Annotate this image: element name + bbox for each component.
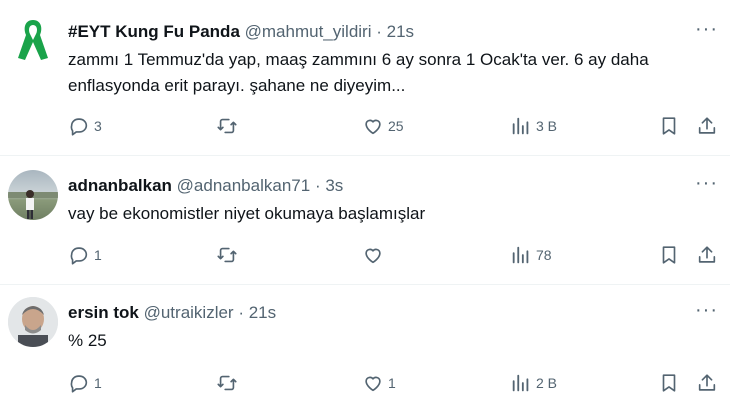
display-name[interactable]: ersin tok (68, 303, 139, 322)
handle[interactable]: @mahmut_yildiri (245, 22, 372, 41)
timestamp[interactable]: · 21s (376, 22, 414, 41)
retweet-icon (217, 247, 237, 263)
tweet-header: #EYT Kung Fu Panda @mahmut_yildiri · 21s (68, 22, 414, 42)
views-icon (512, 374, 529, 392)
share-icon (698, 374, 716, 391)
views-button[interactable]: 78 (510, 244, 552, 266)
more-icon[interactable]: ··· (695, 299, 718, 322)
views-icon (512, 117, 529, 135)
display-name[interactable]: adnanbalkan (68, 176, 172, 195)
bookmark-button[interactable] (658, 244, 680, 266)
share-button[interactable] (696, 372, 718, 394)
display-name[interactable]: #EYT Kung Fu Panda (68, 22, 240, 41)
tweet-1[interactable]: #EYT Kung Fu Panda @mahmut_yildiri · 21s… (0, 0, 730, 155)
tweet-text: zammı 1 Temmuz'da yap, maaş zammını 6 ay… (68, 50, 649, 95)
tweet-text: vay be ekonomistler niyet okumaya başlam… (68, 204, 426, 223)
tweet-2[interactable]: adnanbalkan @adnanbalkan71 · 3s ··· vay … (0, 156, 730, 284)
retweet-icon (217, 118, 237, 134)
reply-icon (70, 247, 88, 265)
person-photo-icon (8, 297, 58, 347)
person-photo-icon (8, 190, 58, 219)
like-count: 25 (388, 118, 404, 134)
bookmark-button[interactable] (658, 115, 680, 137)
bookmark-icon (662, 374, 676, 392)
share-icon (698, 246, 716, 263)
handle[interactable]: @utraikizler (144, 303, 234, 322)
avatar[interactable] (8, 170, 58, 220)
like-icon (365, 248, 381, 264)
retweet-icon (217, 375, 237, 391)
retweet-button[interactable] (216, 372, 242, 394)
reply-button[interactable]: 3 (68, 115, 102, 137)
reply-count: 1 (94, 247, 102, 263)
bookmark-icon (662, 246, 676, 264)
timestamp[interactable]: · 3s (315, 176, 343, 195)
like-icon (365, 119, 381, 135)
retweet-button[interactable] (216, 115, 242, 137)
like-count: 1 (388, 375, 396, 391)
tweet-text: % 25 (68, 331, 107, 350)
like-button[interactable] (362, 244, 388, 266)
views-count: 2 B (536, 375, 558, 391)
timestamp[interactable]: · 21s (238, 303, 276, 322)
green-ribbon-icon (18, 20, 48, 60)
bookmark-icon (662, 117, 676, 135)
avatar[interactable] (8, 297, 58, 347)
reply-count: 3 (94, 118, 102, 134)
like-button[interactable]: 25 (362, 115, 404, 137)
more-icon[interactable]: ··· (695, 172, 718, 195)
share-button[interactable] (696, 115, 718, 137)
views-button[interactable]: 2 B (510, 372, 557, 394)
tweet-header: adnanbalkan @adnanbalkan71 · 3s (68, 176, 343, 196)
views-count: 3 B (536, 118, 558, 134)
like-button[interactable]: 1 (362, 372, 396, 394)
share-button[interactable] (696, 244, 718, 266)
reply-button[interactable]: 1 (68, 244, 102, 266)
reply-count: 1 (94, 375, 102, 391)
retweet-button[interactable] (216, 244, 242, 266)
views-button[interactable]: 3 B (510, 115, 557, 137)
reply-icon (70, 375, 88, 393)
avatar[interactable] (8, 14, 58, 64)
tweet-3[interactable]: ersin tok @utraikizler · 21s ··· % 25 1 … (0, 285, 730, 420)
more-icon[interactable]: ··· (695, 18, 718, 41)
handle[interactable]: @adnanbalkan71 (177, 176, 311, 195)
share-icon (698, 117, 716, 134)
bookmark-button[interactable] (658, 372, 680, 394)
views-icon (512, 246, 529, 264)
reply-icon (70, 118, 88, 136)
reply-button[interactable]: 1 (68, 372, 102, 394)
like-icon (365, 376, 381, 392)
tweet-header: ersin tok @utraikizler · 21s (68, 303, 276, 323)
views-count: 78 (536, 247, 552, 263)
